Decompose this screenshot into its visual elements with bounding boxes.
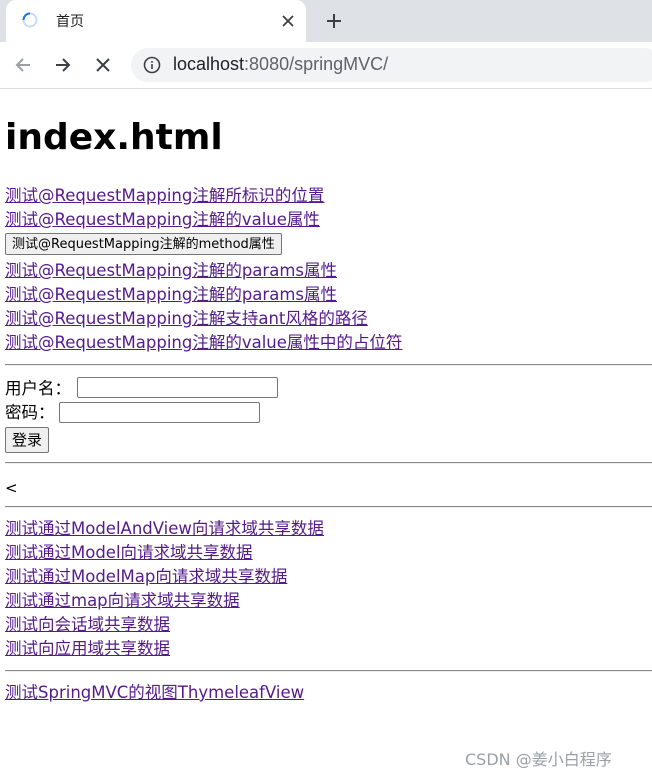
url-port-path: :8080/springMVC/ bbox=[244, 54, 389, 74]
divider bbox=[5, 364, 652, 366]
link-model[interactable]: 测试通过Model向请求域共享数据 bbox=[5, 541, 253, 565]
stray-text: < bbox=[5, 479, 18, 497]
page-heading: index.html bbox=[5, 117, 223, 158]
link-requestmapping-location[interactable]: 测试@RequestMapping注解所标识的位置 bbox=[5, 184, 324, 208]
link-requestmapping-params-2[interactable]: 测试@RequestMapping注解的params属性 bbox=[5, 283, 337, 307]
login-button[interactable]: 登录 bbox=[5, 427, 50, 453]
link-application-scope[interactable]: 测试向应用域共享数据 bbox=[5, 637, 170, 661]
tab-title: 首页 bbox=[56, 14, 84, 30]
password-label: 密码： bbox=[5, 403, 55, 422]
link-requestmapping-placeholder[interactable]: 测试@RequestMapping注解的value属性中的占位符 bbox=[5, 331, 402, 355]
divider bbox=[5, 506, 652, 508]
link-requestmapping-value[interactable]: 测试@RequestMapping注解的value属性 bbox=[5, 208, 320, 232]
forward-arrow-icon[interactable] bbox=[50, 52, 76, 78]
new-tab-icon[interactable] bbox=[320, 9, 348, 33]
divider bbox=[5, 670, 652, 672]
method-test-button[interactable]: 测试@RequestMapping注解的method属性 bbox=[5, 233, 282, 255]
link-modelmap[interactable]: 测试通过ModelMap向请求域共享数据 bbox=[5, 565, 287, 589]
loading-spinner-icon bbox=[22, 12, 38, 28]
url-text: localhost:8080/springMVC/ bbox=[173, 54, 388, 75]
link-requestmapping-params-1[interactable]: 测试@RequestMapping注解的params属性 bbox=[5, 259, 337, 283]
username-input[interactable] bbox=[77, 377, 278, 398]
link-requestmapping-ant-path[interactable]: 测试@RequestMapping注解支持ant风格的路径 bbox=[5, 307, 368, 331]
tab-close-icon[interactable] bbox=[276, 9, 300, 33]
back-arrow-icon[interactable] bbox=[10, 52, 36, 78]
url-host: localhost bbox=[173, 54, 245, 74]
link-session-scope[interactable]: 测试向会话域共享数据 bbox=[5, 613, 170, 637]
link-modelandview[interactable]: 测试通过ModelAndView向请求域共享数据 bbox=[5, 517, 324, 541]
username-label: 用户名： bbox=[5, 379, 71, 398]
watermark: CSDN @姜小白程序 bbox=[465, 750, 612, 769]
address-bar[interactable]: localhost:8080/springMVC/ bbox=[131, 48, 652, 82]
divider bbox=[5, 462, 652, 464]
browser-tab[interactable]: 首页 bbox=[6, 0, 306, 42]
link-map[interactable]: 测试通过map向请求域共享数据 bbox=[5, 589, 240, 613]
password-input[interactable] bbox=[59, 402, 260, 423]
site-info-icon[interactable] bbox=[143, 56, 161, 74]
link-thymeleafview[interactable]: 测试SpringMVC的视图ThymeleafView bbox=[5, 681, 304, 705]
tab-strip: 首页 bbox=[0, 0, 652, 42]
stop-loading-icon[interactable] bbox=[90, 52, 116, 78]
